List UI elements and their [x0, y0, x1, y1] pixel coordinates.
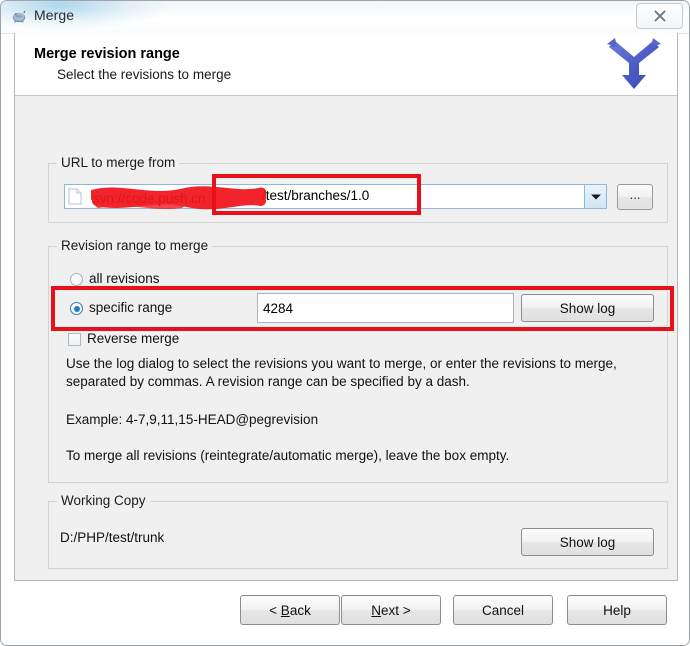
revision-show-log-button[interactable]: Show log	[521, 294, 654, 322]
document-icon	[68, 188, 82, 205]
close-icon	[652, 8, 668, 24]
dialog-content-panel: Merge revision range Select the revision…	[14, 33, 678, 581]
cancel-button[interactable]: Cancel	[453, 595, 553, 625]
revision-help-line-1: Use the log dialog to select the revisio…	[66, 356, 572, 371]
back-button[interactable]: < Back	[240, 595, 340, 625]
back-button-label: < Back	[269, 602, 311, 618]
close-button[interactable]	[636, 3, 683, 29]
revision-help-example: Example: 4-7,9,11,15-HEAD@pegrevision	[66, 412, 319, 427]
dialog-header: Merge revision range Select the revision…	[15, 33, 677, 96]
merge-dialog-window: Merge Merge revision range Select the re…	[0, 0, 690, 646]
title-bar: Merge	[1, 1, 689, 34]
page-subtitle: Select the revisions to merge	[57, 67, 232, 82]
working-copy-show-log-button[interactable]: Show log	[521, 528, 654, 556]
working-copy-group-label: Working Copy	[57, 493, 150, 508]
next-button[interactable]: Next >	[341, 595, 441, 625]
tortoise-icon	[10, 8, 28, 26]
chevron-down-icon	[590, 194, 601, 199]
radio-specific-range-indicator	[70, 302, 83, 315]
url-combobox-dropdown-button[interactable]	[584, 185, 606, 208]
url-to-merge-from-group: URL to merge from /test/branches/1.0 svn…	[48, 155, 668, 223]
window-title: Merge	[34, 7, 75, 23]
url-group-label: URL to merge from	[57, 155, 180, 170]
revision-range-input[interactable]	[257, 293, 514, 323]
url-browse-button[interactable]: ...	[617, 184, 653, 210]
dialog-footer: < Back Next > Cancel Help	[1, 581, 689, 645]
svg-text:svn://code.push.cn: svn://code.push.cn	[93, 191, 206, 206]
checkbox-reverse-merge-label: Reverse merge	[87, 331, 180, 346]
revision-help-text: Use the log dialog to select the revisio…	[66, 355, 646, 391]
checkbox-reverse-merge-indicator	[68, 333, 81, 346]
radio-all-revisions-label: all revisions	[89, 271, 160, 286]
revision-group-label: Revision range to merge	[57, 238, 213, 253]
url-combobox-value: /test/branches/1.0	[262, 188, 370, 203]
page-title: Merge revision range	[34, 46, 180, 62]
redacted-url-scribble: svn://code.push.cn	[88, 186, 267, 210]
help-button[interactable]: Help	[567, 595, 667, 625]
merge-arrow-icon	[605, 37, 663, 93]
working-copy-path: D:/PHP/test/trunk	[60, 530, 165, 545]
next-button-label: Next >	[371, 602, 411, 618]
radio-all-revisions-indicator	[70, 273, 83, 286]
radio-specific-range-label: specific range	[89, 300, 173, 315]
url-combobox[interactable]: /test/branches/1.0 svn://code.push.cn	[64, 184, 607, 210]
revision-help-note: To merge all revisions (reintegrate/auto…	[66, 448, 510, 463]
